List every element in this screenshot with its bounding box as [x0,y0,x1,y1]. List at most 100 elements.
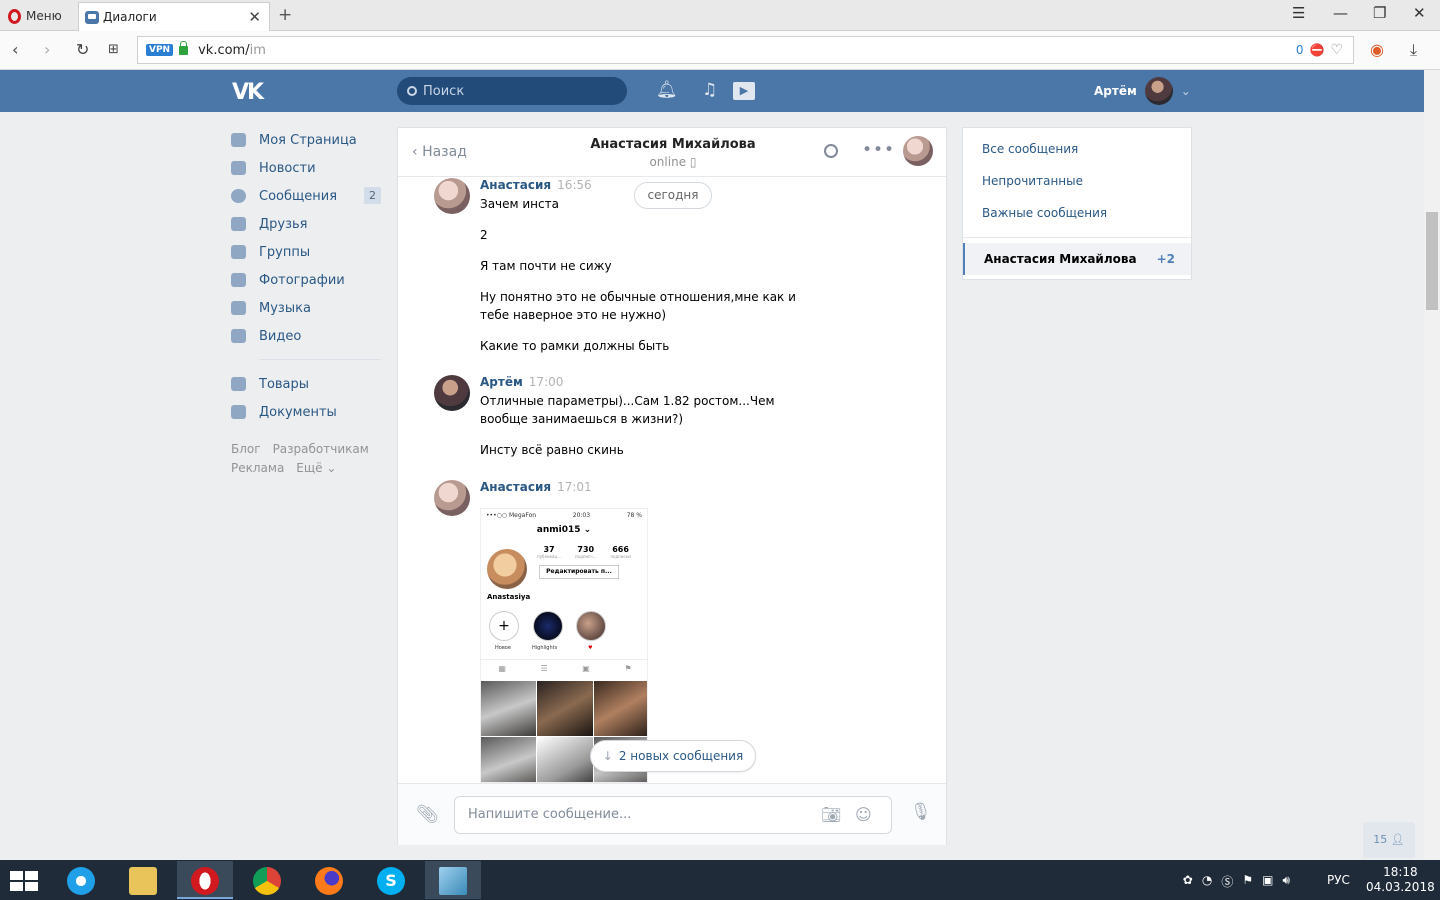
groups-icon [231,245,246,259]
music-note-icon[interactable]: ♫ [702,80,717,100]
bookmark-heart-icon[interactable]: ♡ [1330,42,1343,58]
arrow-down-icon: ↓ [602,749,613,763]
chat-header: ‹ Назад Анастасия Михайлова online ▯ ••• [398,128,946,177]
message-group: Артём 17:00 Отличные параметры)...Сам 1.8… [434,375,775,457]
taskbar-firefox[interactable] [301,861,357,899]
sidebar-item-news[interactable]: Новости [231,154,386,182]
divider [963,237,1191,238]
insta-username: anmi015 ⌄ [536,525,592,535]
message-history: Анастасия 16:56 Зачем инста 2 Я там почти… [398,178,948,783]
more-actions-icon[interactable]: ••• [862,140,895,160]
vk-logo[interactable]: VK [232,80,264,105]
message-author[interactable]: Анастасия [480,480,551,494]
adblock-count[interactable]: 0 [1296,43,1304,57]
menu-unread[interactable]: Непрочитанные [963,165,1191,197]
footer-link-more[interactable]: Ещё ⌄ [296,461,336,475]
message-input[interactable]: Напишите сообщение... 📷︎ ☺ [454,796,892,834]
tray-volume-icon[interactable]: 🔊︎ [1282,873,1290,890]
taskbar-notepad[interactable] [425,861,481,899]
avatar[interactable] [434,480,470,516]
search-placeholder: Поиск [423,83,465,99]
tray-flag-icon[interactable]: ⚑ [1242,873,1253,890]
document-icon [231,405,246,419]
reload-icon[interactable]: ↻ [76,40,89,59]
windows-start-icon[interactable] [10,871,38,891]
folder-icon [129,867,157,895]
browser-tab-dialogs[interactable]: Диалоги ✕ [78,2,270,31]
tab-list-icon[interactable]: ☰ [1292,4,1305,22]
sidebar-item-groups[interactable]: Группы [231,238,386,266]
message-time[interactable]: 17:00 [529,375,564,389]
footer-link-blog[interactable]: Блог [231,442,261,456]
sidebar-item-photos[interactable]: Фотографии [231,266,386,294]
scrollbar-thumb[interactable] [1426,212,1438,310]
menu-label: Меню [26,9,62,23]
menu-important[interactable]: Важные сообщения [963,197,1191,229]
vpn-badge[interactable]: VPN [146,44,174,56]
message-group: Анастасия 17:01 [434,480,592,520]
maximize-button[interactable]: ❐ [1373,4,1386,22]
notepad-icon [439,867,467,895]
page-scrollbar[interactable] [1424,70,1440,860]
sidebar-item-video[interactable]: Видео [231,322,386,350]
back-arrow-icon[interactable]: ‹ [12,40,18,59]
taskbar-skype[interactable]: S [363,861,419,899]
browser-tab-bar: Меню Диалоги ✕ + ☰ — ❐ ✕ [0,0,1440,31]
opera-menu-button[interactable]: Меню [8,7,62,25]
footer-link-devs[interactable]: Разработчикам [273,442,369,456]
sidebar-item-friends[interactable]: Друзья [231,210,386,238]
tray-skype-icon[interactable]: Ⓢ [1221,873,1233,890]
keyboard-language[interactable]: РУС [1327,873,1350,887]
camera-icon[interactable]: 📷︎ [821,803,841,827]
close-tab-icon[interactable]: ✕ [248,8,261,26]
avatar[interactable] [903,136,933,166]
sidebar-item-my-page[interactable]: Моя Страница [231,126,386,154]
sidebar-item-market[interactable]: Товары [231,370,386,398]
vk-header: VK Поиск 🔔︎ ♫ ▶ Артём ⌄ [0,70,1424,112]
emoji-icon[interactable]: ☺ [855,803,872,827]
avatar[interactable] [434,178,470,214]
download-icon[interactable]: ⤓ [1410,40,1417,60]
speed-dial-icon[interactable]: ⊞ [108,42,119,57]
message-time[interactable]: 16:56 [557,178,592,192]
friends-icon [231,217,246,231]
sidebar-item-messages[interactable]: Сообщения 2 [231,182,386,210]
close-window-button[interactable]: ✕ [1413,4,1426,22]
sidebar-item-music[interactable]: Музыка [231,294,386,322]
avatar[interactable] [434,375,470,411]
taskbar-ie[interactable] [53,861,109,899]
taskbar-explorer[interactable] [115,861,171,899]
tray-network-icon[interactable]: ▣ [1262,873,1273,890]
insta-display-name: Anastasiya [487,593,531,601]
message-author[interactable]: Артём [480,375,523,389]
extension-icon[interactable]: ◉ [1370,40,1384,59]
home-icon [231,133,246,147]
message-time[interactable]: 17:01 [557,480,592,494]
search-icon[interactable] [824,144,838,158]
forward-arrow-icon[interactable]: › [44,40,50,59]
sidebar-item-label: Друзья [259,216,308,232]
url-field[interactable]: VPN vk.com/im 0 ⛔ ♡ [137,36,1354,64]
taskbar-opera[interactable] [177,861,233,899]
search-input[interactable]: Поиск [397,77,627,105]
sidebar-item-documents[interactable]: Документы [231,398,386,426]
user-menu[interactable]: Артём ⌄ [1094,70,1191,112]
new-tab-button[interactable]: + [278,5,292,25]
taskbar-chrome[interactable] [239,861,295,899]
minimize-button[interactable]: — [1333,4,1348,22]
new-messages-button[interactable]: ↓ 2 новых сообщения [590,740,756,772]
video-play-icon[interactable]: ▶ [733,82,755,100]
taskbar-clock[interactable]: 18:18 04.03.2018 [1366,865,1435,895]
menu-all-messages[interactable]: Все сообщения [963,133,1191,165]
adblock-icon[interactable]: ⛔ [1309,43,1324,57]
person-icon: 👤︎ [1390,833,1405,846]
paperclip-icon[interactable]: 📎︎ [416,804,439,825]
bell-icon[interactable]: 🔔︎ [656,80,678,100]
footer-link-ads[interactable]: Реклама [231,461,284,475]
online-friends-button[interactable]: 15 👤︎ [1363,822,1415,858]
message-author[interactable]: Анастасия [480,178,551,192]
active-dialog-item[interactable]: Анастасия Михайлова +2 [963,243,1191,275]
tray-app-icon[interactable]: ✿ [1183,873,1193,890]
microphone-icon[interactable]: 🎙︎ [910,802,932,822]
tray-update-icon[interactable]: ◔ [1202,873,1212,890]
